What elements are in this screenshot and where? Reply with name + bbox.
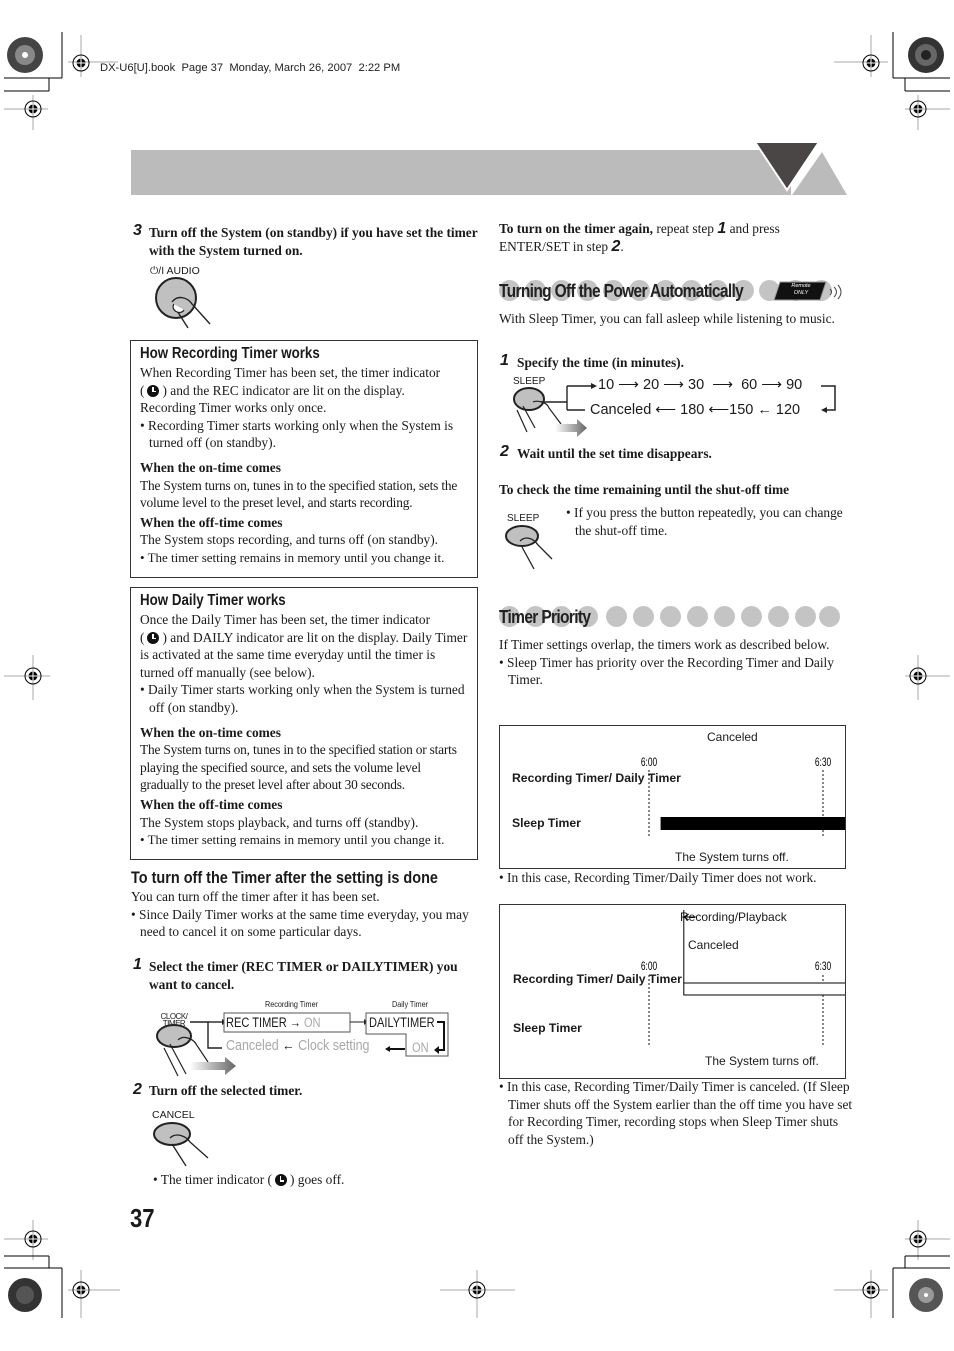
paragraph: The System turns on, tunes in to the spe… [140,477,458,511]
timer-clock-icon [147,384,160,397]
bullet: • The timer setting remains in memory un… [140,832,445,848]
cancel-button[interactable] [150,1120,220,1170]
check-sleep-button[interactable] [502,523,562,573]
bullet: • Sleep Timer has priority over the Reco… [499,654,834,688]
tick-label: 6:00 [641,757,658,770]
priority-chart-2: Recording Timer/ Daily Timer Sleep Timer… [499,904,846,1079]
bullet: • Since Daily Timer works at the same ti… [131,906,469,940]
paragraph: The System stops playback, and turns off… [140,814,419,830]
box-title: How Recording Timer works [140,345,320,362]
paragraph: () and DAILY indicator are lit on the di… [140,629,468,680]
subheading: When the on-time comes [140,724,281,740]
paragraph: The System stops recording, and turns of… [140,532,439,548]
timer-clock-icon [147,631,160,644]
sleep-button [513,387,545,411]
step-number: 2 [500,443,509,460]
paragraph: The System turns on, tunes in to the spe… [140,742,457,793]
priority-chart-1: Recording Timer/ Daily Timer Sleep Timer… [499,725,846,869]
paragraph: Once the Daily Timer has been set, the t… [140,612,431,627]
tick-label: 6:30 [815,961,832,974]
section-heading-priority: Timer Priority [499,606,844,628]
step-text: Turn off the System (on standby) if you … [149,225,478,258]
step-number: 2 [133,1081,142,1098]
active-timer-bar [683,982,845,996]
subheading: When the off-time comes [140,796,283,812]
page-number: 37 [130,1203,155,1233]
cancel-chain: Canceled ← Clock setting [226,1038,370,1054]
audio-power-button[interactable] [150,276,220,334]
daily-timer-box: How Daily Timer works Once the Daily Tim… [130,587,478,860]
paragraph: If Timer settings overlap, the timers wo… [499,637,830,652]
daily-on-option: ON [412,1040,429,1055]
subheading: When the on-time comes [140,459,281,475]
bullet: • The timer setting remains in memory un… [140,549,445,565]
cancel-note: • The timer indicator () goes off. [153,1172,345,1187]
sleep-sequence-bottom: Canceled ⟵ 180 ⟵150 ← 120 [590,402,801,418]
tick-label: 6:00 [641,961,658,974]
step-text: Select the timer (REC TIMER or DAILYTIME… [149,959,458,992]
bullet: • Recording Timer starts working only wh… [140,417,454,451]
header-band [131,150,791,195]
step-text: Specify the time (in minutes). [517,355,684,370]
box-title: How Daily Timer works [140,592,286,609]
remote-only-badge: Remote ONLY [772,281,842,301]
clock-timer-diagram: Recording Timer Daily Timer CLOCK/ TIMER… [150,996,460,1082]
step-number: 1 [500,352,509,369]
check-heading: To check the time remaining until the sh… [499,482,790,497]
step-number: 3 [133,222,142,239]
section-heading: To turn off the Timer after the setting … [131,868,438,887]
paragraph: When Recording Timer has been set, the t… [140,365,441,380]
sleep-sequence-top: 10 ⟶ 20 ⟶ 30 ⟶ 60 ⟶ 90 [598,377,803,393]
header-triangle-icon [753,141,847,195]
timer-clock-icon [274,1174,287,1186]
paragraph: Recording Timer works only once. [140,400,327,416]
chart-1-note: • In this case, Recording Timer/Daily Ti… [499,870,817,885]
heading-text: Timer Priority [499,606,591,627]
sleep-intro: With Sleep Timer, you can fall asleep wh… [499,311,835,326]
clock-timer-button [156,1024,192,1048]
turn-on-again-note: To turn on the timer again, repeat step … [499,220,780,255]
bullet: • Daily Timer starts working only when t… [140,682,465,715]
step-text: Wait until the set time disappears. [517,446,712,461]
recording-timer-box: How Recording Timer works When Recording… [130,340,478,578]
step-text: Turn off the selected timer. [149,1083,303,1098]
tick-label: 6:30 [815,757,832,770]
sleep-timer-bar [660,817,845,830]
paragraph: () and the REC indicator are lit on the … [140,382,405,398]
step-number: 1 [133,956,142,973]
chart-2-note: • In this case, Recording Timer/Daily Ti… [499,1079,853,1147]
paragraph: You can turn off the timer after it has … [131,889,380,904]
heading-text: Turning Off the Power Automatically [499,280,744,301]
subheading: When the off-time comes [140,514,283,530]
print-header: DX-U6[U].book Page 37 Monday, March 26, … [100,62,401,74]
check-bullet: • If you press the button repeatedly, yo… [566,505,843,538]
dailytimer-option: DAILYTIMER [369,1015,435,1030]
rec-timer-option: REC TIMER → ON [226,1015,321,1030]
